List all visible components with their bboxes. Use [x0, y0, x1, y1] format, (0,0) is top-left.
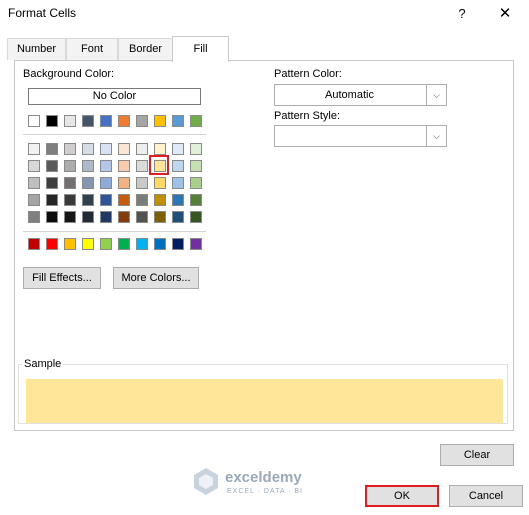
watermark-name: exceldemy — [225, 469, 302, 486]
pattern-color-dropdown[interactable]: Automatic ⌵ — [274, 84, 447, 106]
theme-shade-swatch[interactable] — [172, 177, 184, 189]
standard-color-swatch[interactable] — [64, 238, 76, 250]
standard-color-swatch[interactable] — [172, 238, 184, 250]
theme-shade-swatch[interactable] — [118, 194, 130, 206]
watermark-tagline: EXCEL · DATA · BI — [227, 488, 303, 495]
help-button[interactable]: ? — [452, 4, 472, 24]
theme-shade-swatch[interactable] — [46, 160, 58, 172]
theme-shade-swatch[interactable] — [82, 177, 94, 189]
theme-shade-swatch[interactable] — [28, 160, 40, 172]
theme-shade-swatch[interactable] — [100, 177, 112, 189]
standard-color-swatch[interactable] — [28, 238, 40, 250]
theme-color-swatch[interactable] — [154, 115, 166, 127]
theme-shade-swatch[interactable] — [82, 211, 94, 223]
theme-shade-swatch[interactable] — [64, 160, 76, 172]
standard-color-swatch[interactable] — [154, 238, 166, 250]
theme-color-swatch[interactable] — [64, 115, 76, 127]
theme-shade-swatch[interactable] — [136, 160, 148, 172]
theme-shade-swatch[interactable] — [136, 143, 148, 155]
theme-shade-swatch[interactable] — [64, 211, 76, 223]
sample-preview — [26, 379, 503, 423]
theme-shade-swatch[interactable] — [118, 160, 130, 172]
theme-shade-swatch[interactable] — [190, 160, 202, 172]
theme-color-swatch[interactable] — [82, 115, 94, 127]
theme-shade-swatch[interactable] — [136, 211, 148, 223]
theme-shade-swatch[interactable] — [82, 160, 94, 172]
theme-color-swatch[interactable] — [172, 115, 184, 127]
theme-shade-swatch[interactable] — [190, 177, 202, 189]
theme-shade-swatch[interactable] — [64, 177, 76, 189]
sample-label: Sample — [22, 358, 64, 370]
standard-color-swatch[interactable] — [190, 238, 202, 250]
theme-color-swatch[interactable] — [136, 115, 148, 127]
theme-shade-swatch[interactable] — [154, 211, 166, 223]
background-color-label: Background Color: — [23, 68, 115, 80]
theme-shade-swatch[interactable] — [172, 143, 184, 155]
clear-button[interactable]: Clear — [440, 444, 514, 466]
theme-shade-swatch[interactable] — [28, 143, 40, 155]
theme-color-swatch[interactable] — [46, 115, 58, 127]
standard-color-swatch[interactable] — [82, 238, 94, 250]
more-colors-button[interactable]: More Colors... — [113, 267, 199, 289]
theme-shade-swatch[interactable] — [154, 177, 166, 189]
theme-shade-swatch[interactable] — [136, 177, 148, 189]
theme-shade-swatch[interactable] — [46, 194, 58, 206]
chevron-down-icon[interactable]: ⌵ — [426, 85, 446, 105]
tab-number[interactable]: Number — [7, 38, 66, 60]
palette-divider-top — [23, 134, 206, 135]
palette-divider-bottom — [23, 231, 206, 232]
theme-shade-swatch[interactable] — [172, 211, 184, 223]
chevron-down-icon[interactable]: ⌵ — [426, 126, 446, 146]
no-color-button[interactable]: No Color — [28, 88, 201, 105]
close-button[interactable]: ✕ — [494, 4, 516, 24]
theme-shade-swatch[interactable] — [46, 143, 58, 155]
theme-shade-swatch[interactable] — [190, 194, 202, 206]
theme-shade-swatch[interactable] — [118, 143, 130, 155]
theme-shade-swatch[interactable] — [154, 194, 166, 206]
theme-shade-swatch[interactable] — [190, 211, 202, 223]
theme-shade-swatch[interactable] — [28, 211, 40, 223]
theme-shade-swatch[interactable] — [28, 177, 40, 189]
theme-shade-swatch[interactable] — [172, 194, 184, 206]
pattern-style-dropdown[interactable]: ⌵ — [274, 125, 447, 147]
theme-shade-swatch[interactable] — [46, 211, 58, 223]
pattern-color-value: Automatic — [325, 89, 374, 101]
standard-color-swatch[interactable] — [118, 238, 130, 250]
tab-fill[interactable]: Fill — [172, 36, 229, 62]
theme-shade-swatch[interactable] — [82, 194, 94, 206]
fill-effects-button[interactable]: Fill Effects... — [23, 267, 101, 289]
theme-shade-swatch[interactable] — [118, 211, 130, 223]
theme-shade-swatch[interactable] — [46, 177, 58, 189]
theme-shade-swatch[interactable] — [136, 194, 148, 206]
theme-color-swatch[interactable] — [118, 115, 130, 127]
pattern-style-label: Pattern Style: — [274, 110, 341, 122]
theme-shade-swatch[interactable] — [100, 143, 112, 155]
theme-shade-swatch[interactable] — [82, 143, 94, 155]
theme-shade-swatch[interactable] — [100, 211, 112, 223]
standard-color-swatch[interactable] — [136, 238, 148, 250]
ok-button[interactable]: OK — [365, 485, 439, 507]
theme-shade-swatch[interactable] — [100, 160, 112, 172]
theme-shade-swatch[interactable] — [64, 143, 76, 155]
theme-shade-swatch[interactable] — [118, 177, 130, 189]
cancel-button[interactable]: Cancel — [449, 485, 523, 507]
theme-shade-swatch[interactable] — [154, 160, 166, 172]
theme-color-swatch[interactable] — [100, 115, 112, 127]
standard-color-swatch[interactable] — [46, 238, 58, 250]
theme-shade-swatch[interactable] — [100, 194, 112, 206]
theme-shade-swatch[interactable] — [172, 160, 184, 172]
dialog-title: Format Cells — [8, 6, 77, 20]
theme-shade-swatch[interactable] — [64, 194, 76, 206]
theme-color-swatch[interactable] — [28, 115, 40, 127]
tab-font[interactable]: Font — [66, 38, 118, 60]
exceldemy-logo-icon — [194, 468, 218, 495]
pattern-color-label: Pattern Color: — [274, 68, 342, 80]
theme-shade-swatch[interactable] — [154, 143, 166, 155]
standard-color-swatch[interactable] — [100, 238, 112, 250]
theme-color-swatch[interactable] — [190, 115, 202, 127]
theme-shade-swatch[interactable] — [190, 143, 202, 155]
tab-border[interactable]: Border — [118, 38, 173, 60]
theme-shade-swatch[interactable] — [28, 194, 40, 206]
